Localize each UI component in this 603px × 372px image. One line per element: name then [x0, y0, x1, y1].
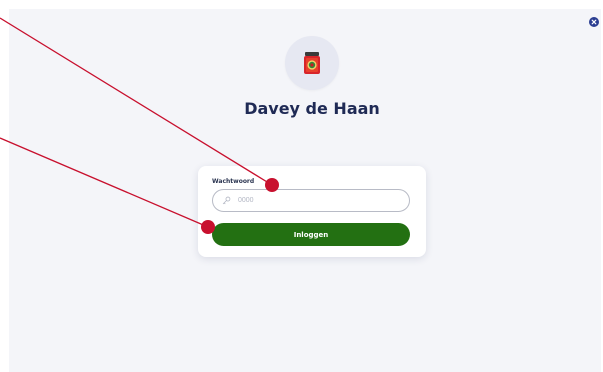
- login-button[interactable]: Inloggen: [212, 223, 410, 246]
- close-icon: [591, 19, 597, 25]
- login-card: Wachtwoord Inloggen: [198, 166, 426, 257]
- close-button[interactable]: [589, 17, 599, 27]
- user-name: Davey de Haan: [244, 99, 380, 118]
- password-field[interactable]: [212, 189, 410, 212]
- password-input[interactable]: [238, 193, 388, 208]
- jar-icon: [304, 52, 320, 74]
- key-icon: [222, 196, 231, 205]
- password-label: Wachtwoord: [212, 178, 255, 185]
- avatar: [285, 36, 339, 90]
